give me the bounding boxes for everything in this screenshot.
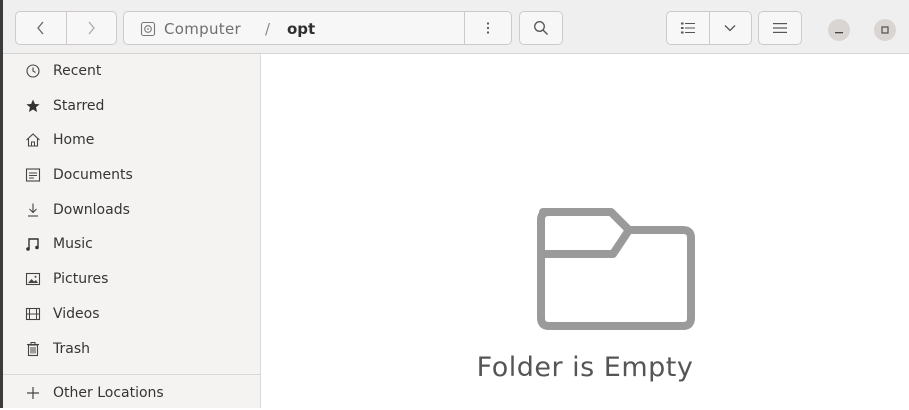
search-button[interactable] [519, 11, 563, 45]
star-icon [23, 98, 43, 114]
picture-icon [23, 271, 43, 287]
trash-icon [23, 341, 43, 357]
sidebar-item-label: Recent [53, 63, 102, 79]
folder-icon [531, 204, 701, 334]
view-options-button[interactable] [708, 12, 752, 44]
sidebar-item-other-locations[interactable]: Other Locations [3, 376, 260, 410]
sidebar-item-label: Videos [53, 306, 100, 322]
sidebar-item-label: Music [53, 236, 93, 252]
navigation-buttons [15, 11, 117, 45]
video-icon [23, 306, 43, 322]
document-icon [23, 167, 43, 183]
path-crumb-current[interactable]: opt [287, 20, 315, 38]
clock-icon [23, 63, 43, 79]
chevron-left-icon [36, 21, 46, 35]
maximize-icon [880, 25, 890, 35]
forward-button[interactable] [65, 12, 117, 44]
path-separator: / [265, 20, 271, 38]
plus-icon [23, 386, 43, 400]
minimize-icon [834, 25, 844, 35]
sidebar-item-videos[interactable]: Videos [3, 297, 260, 331]
music-icon [23, 236, 43, 252]
sidebar-item-recent[interactable]: Recent [3, 54, 260, 88]
maximize-button[interactable] [874, 19, 896, 41]
sidebar-item-label: Documents [53, 167, 133, 183]
list-view-icon [680, 21, 696, 35]
drive-icon [140, 21, 156, 37]
sidebar-item-pictures[interactable]: Pictures [3, 262, 260, 296]
sidebar-item-label: Trash [53, 341, 90, 357]
sidebar-item-label: Starred [53, 98, 105, 114]
minimize-button[interactable] [828, 19, 850, 41]
sidebar-item-downloads[interactable]: Downloads [3, 193, 260, 227]
vertical-dots-icon [486, 21, 490, 35]
search-icon [533, 20, 549, 36]
empty-folder-message: Folder is Empty [476, 352, 694, 383]
home-icon [23, 132, 43, 148]
main-menu-button[interactable] [758, 11, 802, 45]
sidebar-item-label: Home [53, 132, 95, 148]
sidebar: Recent Starred Home Documents Downloads … [3, 54, 261, 408]
sidebar-divider [3, 374, 260, 375]
chevron-down-icon [724, 24, 736, 32]
sidebar-item-music[interactable]: Music [3, 227, 260, 261]
list-view-button[interactable] [667, 12, 709, 44]
sidebar-item-documents[interactable]: Documents [3, 158, 260, 192]
path-crumb-computer[interactable]: Computer [164, 20, 241, 38]
sidebar-item-label: Downloads [53, 202, 130, 218]
sidebar-item-label: Other Locations [53, 385, 164, 401]
path-bar[interactable]: Computer / opt [123, 11, 512, 45]
chevron-right-icon [86, 21, 96, 35]
folder-menu-button[interactable] [464, 12, 511, 44]
view-switcher [666, 11, 752, 45]
sidebar-item-trash[interactable]: Trash [3, 332, 260, 366]
hamburger-icon [773, 22, 787, 34]
sidebar-item-label: Pictures [53, 271, 109, 287]
file-view[interactable]: Folder is Empty [261, 54, 909, 408]
sidebar-item-starred[interactable]: Starred [3, 89, 260, 123]
back-button[interactable] [16, 12, 66, 44]
sidebar-item-home[interactable]: Home [3, 123, 260, 157]
header-bar: Computer / opt [3, 0, 909, 54]
download-icon [23, 202, 43, 218]
